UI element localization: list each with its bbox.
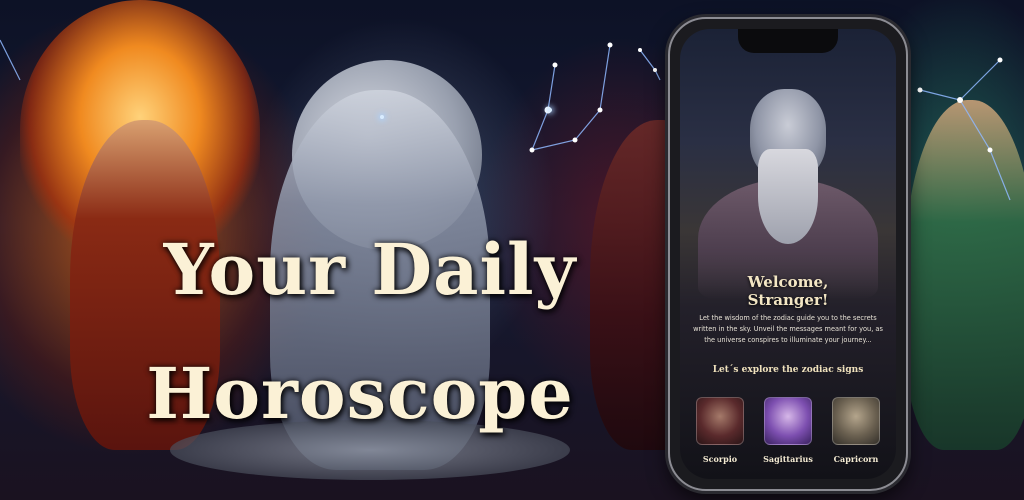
zodiac-label: Scorpio xyxy=(702,454,738,464)
phone-screen: Welcome, Stranger! Let the wisdom of the… xyxy=(680,29,896,479)
sage-beard xyxy=(758,149,818,244)
zodiac-sign-list: Scorpio Sagittarius Capricorn xyxy=(692,397,884,464)
zodiac-label: Capricorn xyxy=(833,454,879,464)
sagittarius-portrait xyxy=(764,397,812,445)
capricorn-portrait xyxy=(832,397,880,445)
phone-notch xyxy=(738,29,838,53)
intro-text: Let the wisdom of the zodiac guide you t… xyxy=(693,314,883,344)
welcome-title: Welcome, Stranger! xyxy=(680,273,896,309)
scorpio-portrait xyxy=(696,397,744,445)
welcome-line-1: Welcome, xyxy=(747,273,829,291)
phone-mockup: Welcome, Stranger! Let the wisdom of the… xyxy=(668,17,908,491)
welcome-line-2: Stranger! xyxy=(747,291,829,309)
headline-line-2: Horoscope xyxy=(146,352,574,435)
explore-heading: Let´s explore the zodiac signs xyxy=(712,365,864,375)
brow-jewel xyxy=(380,115,384,119)
bright-star xyxy=(548,108,552,112)
zodiac-card-sagittarius[interactable]: Sagittarius xyxy=(760,397,816,464)
zodiac-card-scorpio[interactable]: Scorpio xyxy=(692,397,748,464)
headline-line-1: Your Daily xyxy=(163,228,577,311)
zodiac-card-capricorn[interactable]: Capricorn xyxy=(828,397,884,464)
zodiac-label: Sagittarius xyxy=(763,454,813,464)
